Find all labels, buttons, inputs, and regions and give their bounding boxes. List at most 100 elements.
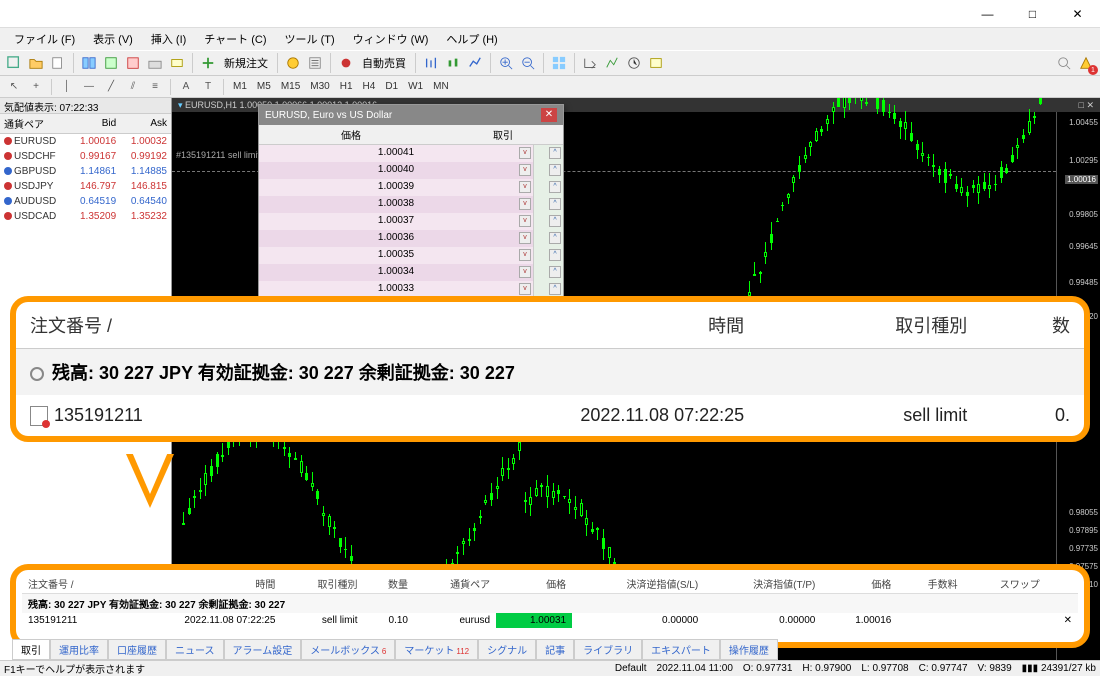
terminal-tab[interactable]: 操作履歴 [720,639,778,660]
auto-scroll-icon[interactable] [549,53,569,73]
hline-icon[interactable]: — [79,77,99,97]
terminal-order-row[interactable]: 135191211 2022.11.08 07:22:25 sell limit… [22,613,1078,628]
new-chart-icon[interactable] [4,53,24,73]
line-chart-icon[interactable] [465,53,485,73]
depth-row[interactable]: 1.00036v^ [259,230,563,247]
bp-col[interactable]: 価格 [821,574,897,594]
callout-order-row[interactable]: 135191211 2022.11.08 07:22:25 sell limit… [16,395,1084,436]
terminal-icon[interactable] [145,53,165,73]
menu-view[interactable]: 表示 (V) [85,29,141,49]
new-order-icon[interactable] [198,53,218,73]
terminal-tab[interactable]: マーケット112 [395,639,478,660]
shift-icon[interactable] [580,53,600,73]
minimize-button[interactable]: — [965,0,1010,28]
bp-col[interactable]: 手数料 [897,574,963,594]
tf-m15[interactable]: M15 [277,79,304,94]
profiles-icon[interactable] [48,53,68,73]
bp-col[interactable] [1046,574,1078,594]
bp-col[interactable]: スワップ [964,574,1046,594]
mw-row-AUDUSD[interactable]: AUDUSD0.645190.64540 [0,194,171,209]
menu-insert[interactable]: 挿入 (I) [143,29,194,49]
search-icon[interactable] [1054,53,1074,73]
tf-h4[interactable]: H4 [359,79,380,94]
chart-close-icon[interactable]: □ ✕ [1079,100,1094,111]
menu-help[interactable]: ヘルプ (H) [438,29,505,49]
mw-col-ask[interactable]: Ask [120,114,171,134]
bp-col[interactable]: 決済指値(T/P) [704,574,821,594]
text-label-icon[interactable]: T [198,77,218,97]
depth-row[interactable]: 1.00039v^ [259,179,563,196]
navigator-icon[interactable] [123,53,143,73]
bp-col[interactable]: 注文番号 / [22,574,119,594]
autotrade-label[interactable]: 自動売買 [358,55,410,71]
bp-col[interactable]: 時間 [119,574,282,594]
mw-row-EURUSD[interactable]: EURUSD1.000161.00032 [0,134,171,150]
terminal-tab[interactable]: 口座履歴 [108,639,166,660]
terminal-tab[interactable]: 記事 [536,639,574,660]
depth-row[interactable]: 1.00040v^ [259,162,563,179]
terminal-tab[interactable]: ライブラリ [574,639,642,660]
mw-row-USDJPY[interactable]: USDJPY146.797146.815 [0,179,171,194]
mw-col-symbol[interactable]: 通貨ペア [0,114,69,134]
depth-row[interactable]: 1.00041v^ [259,145,563,162]
new-order-label[interactable]: 新規注文 [220,55,272,71]
terminal-tab[interactable]: ニュース [166,639,224,660]
tf-w1[interactable]: W1 [404,79,427,94]
depth-row[interactable]: 1.00035v^ [259,247,563,264]
mw-row-USDCHF[interactable]: USDCHF0.991670.99192 [0,149,171,164]
indicators-icon[interactable] [602,53,622,73]
trendline-icon[interactable]: ╱ [101,77,121,97]
mw-col-bid[interactable]: Bid [69,114,120,134]
vline-icon[interactable]: │ [57,77,77,97]
periods-icon[interactable] [624,53,644,73]
depth-row[interactable]: 1.00034v^ [259,264,563,281]
templates-icon[interactable] [646,53,666,73]
terminal-tab[interactable]: シグナル [478,639,536,660]
menu-tools[interactable]: ツール (T) [277,29,343,49]
tf-h1[interactable]: H1 [336,79,357,94]
tf-m30[interactable]: M30 [306,79,333,94]
terminal-tab[interactable]: アラーム設定 [224,639,302,660]
bp-col[interactable]: 価格 [496,574,572,594]
mw-row-GBPUSD[interactable]: GBPUSD1.148611.14885 [0,164,171,179]
alerts-icon[interactable]: 1 [1076,53,1096,73]
status-profile[interactable]: Default [615,663,647,674]
close-button[interactable]: ✕ [1055,0,1100,28]
menu-file[interactable]: ファイル (F) [6,29,83,49]
terminal-tab[interactable]: メールボックス6 [301,639,395,660]
bp-col[interactable]: 決済逆指値(S/L) [572,574,704,594]
tf-m1[interactable]: M1 [229,79,251,94]
zoom-out-icon[interactable] [518,53,538,73]
channel-icon[interactable]: ⫽ [123,77,143,97]
terminal-tab[interactable]: 取引 [12,639,50,660]
dialog-title-bar[interactable]: EURUSD, Euro vs US Dollar ✕ [259,105,563,125]
fibo-icon[interactable]: ≡ [145,77,165,97]
bp-col[interactable]: 数量 [363,574,414,594]
zoom-in-icon[interactable] [496,53,516,73]
autotrade-icon[interactable] [336,53,356,73]
tf-d1[interactable]: D1 [381,79,402,94]
metaeditor-icon[interactable] [283,53,303,73]
menu-chart[interactable]: チャート (C) [196,29,274,49]
mw-row-USDCAD[interactable]: USDCAD1.352091.35232 [0,209,171,224]
terminal-tab[interactable]: エキスパート [642,639,720,660]
depth-row[interactable]: 1.00037v^ [259,213,563,230]
options-icon[interactable] [305,53,325,73]
bp-close-icon[interactable]: ✕ [1046,613,1078,628]
cursor-icon[interactable]: ↖ [4,77,24,97]
market-watch-icon[interactable] [79,53,99,73]
tf-mn[interactable]: MN [429,79,453,94]
tf-m5[interactable]: M5 [253,79,275,94]
strategy-tester-icon[interactable] [167,53,187,73]
text-icon[interactable]: A [176,77,196,97]
maximize-button[interactable]: □ [1010,0,1055,28]
bar-chart-icon[interactable] [421,53,441,73]
depth-row[interactable]: 1.00038v^ [259,196,563,213]
data-window-icon[interactable] [101,53,121,73]
terminal-tab[interactable]: 運用比率 [50,639,108,660]
menu-window[interactable]: ウィンドウ (W) [345,29,437,49]
bp-col[interactable]: 通貨ペア [414,574,496,594]
crosshair-icon[interactable]: + [26,77,46,97]
dialog-close-icon[interactable]: ✕ [541,108,557,122]
bp-col[interactable]: 取引種別 [281,574,363,594]
